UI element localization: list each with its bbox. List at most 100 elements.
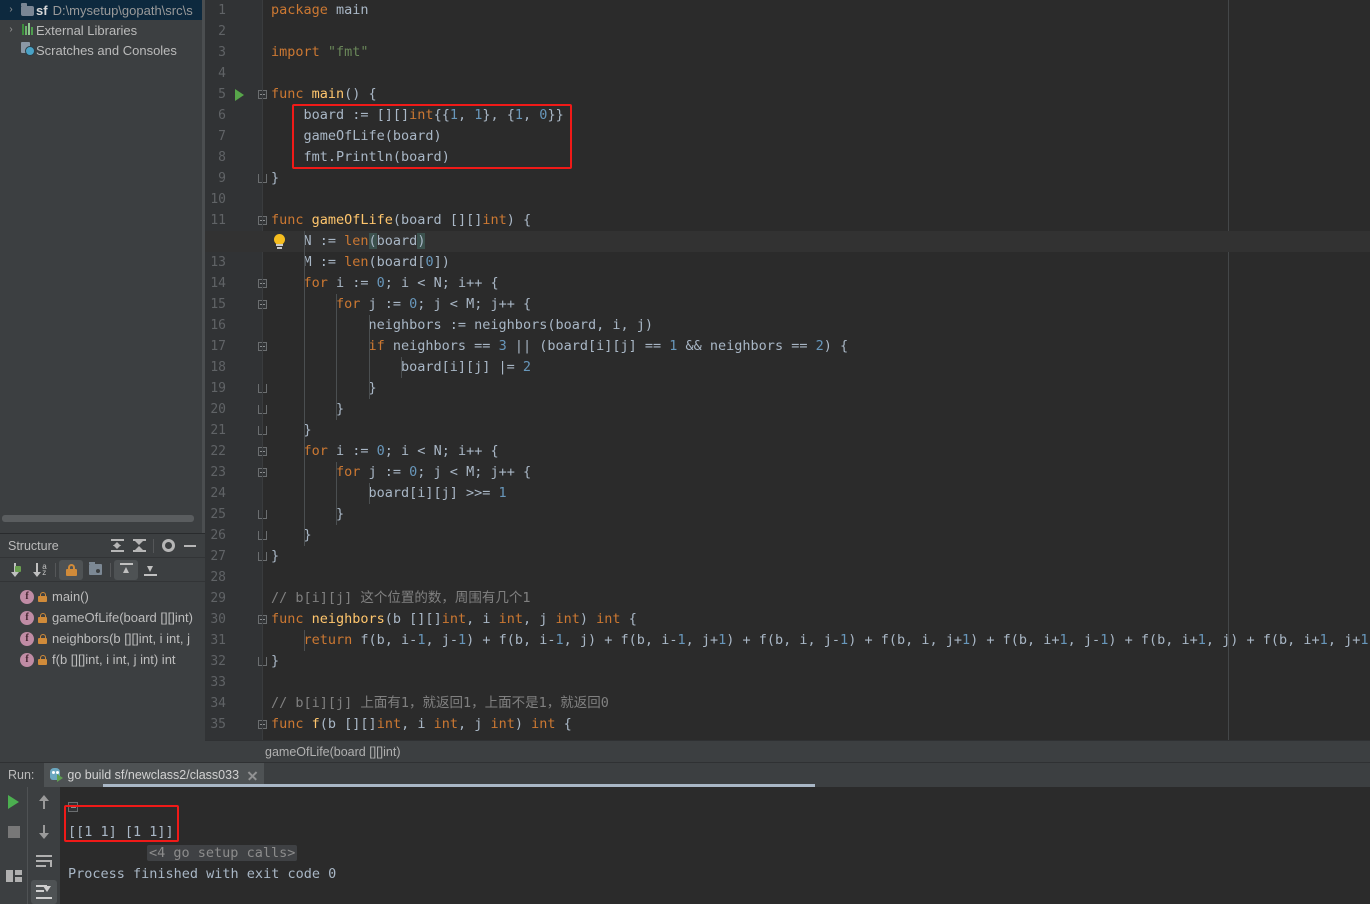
close-icon[interactable] — [247, 770, 258, 781]
scroll-to-end-button[interactable] — [28, 877, 60, 904]
gear-icon[interactable] — [157, 536, 179, 556]
code-line[interactable]: package main — [271, 0, 369, 21]
project-tree-item[interactable]: › External Libraries — [0, 20, 205, 40]
chevron-right-icon[interactable]: › — [4, 5, 18, 15]
code-token: neighbors == — [392, 338, 499, 354]
structure-item[interactable]: f main() — [0, 586, 205, 607]
code-token: , j- — [425, 632, 458, 648]
code-token: 1 — [498, 485, 507, 501]
code-token: package — [271, 2, 337, 18]
code-line[interactable]: } — [336, 399, 344, 420]
line-number: 3 — [218, 45, 226, 60]
code-line[interactable]: board[i][j] |= 2 — [401, 357, 531, 378]
code-line[interactable]: for j := 0; j < M; j++ { — [336, 462, 531, 483]
go-run-icon — [48, 768, 64, 782]
code-line[interactable]: for i := 0; i < N; i++ { — [304, 273, 499, 294]
code-line[interactable]: for i := 0; i < N; i++ { — [304, 441, 499, 462]
line-number: 19 — [210, 381, 226, 396]
code-line[interactable]: } — [271, 651, 279, 672]
structure-list: f main() f gameOfLife(board [][]int) f neighb… — [0, 582, 205, 670]
structure-item[interactable]: f gameOfLife(board [][]int) — [0, 607, 205, 628]
line-number: 35 — [210, 717, 226, 732]
code-token: // b[i][j] 这个位置的数，周围有几个1 — [271, 590, 531, 606]
expand-all-icon[interactable] — [106, 536, 128, 556]
code-line[interactable]: if neighbors == 3 || (board[i][j] == 1 &… — [369, 336, 849, 357]
code-line[interactable]: } — [336, 504, 344, 525]
project-tree-item-label: sf D:\mysetup\gopath\src\s — [36, 2, 193, 18]
code-token: int — [490, 716, 515, 732]
run-console[interactable]: <4 go setup calls> [[1 1] [1 1]] Process… — [60, 787, 1370, 904]
code-line[interactable]: N := len(board) — [304, 231, 426, 252]
code-line[interactable]: func f(b [][]int, i int, j int) int { — [271, 714, 572, 735]
code-editor[interactable]: 1234567891011121314151617181920212223242… — [205, 0, 1370, 740]
project-tree-item[interactable]: Scratches and Consoles — [0, 40, 205, 60]
code-line[interactable]: board[i][j] >>= 1 — [369, 483, 507, 504]
code-token: len — [344, 254, 369, 270]
line-number: 13 — [210, 255, 226, 270]
collapse-all-icon[interactable] — [128, 536, 150, 556]
line-number: 14 — [210, 276, 226, 291]
function-icon: f — [20, 610, 34, 625]
run-gutter-icon[interactable] — [235, 89, 244, 101]
code-line[interactable]: } — [304, 525, 312, 546]
code-line[interactable]: func neighbors(b [][]int, i int, j int) … — [271, 609, 637, 630]
editor-gutter[interactable]: 1234567891011121314151617181920212223242… — [205, 0, 267, 740]
code-line[interactable]: func main() { — [271, 84, 377, 105]
soft-wrap-button[interactable] — [28, 847, 60, 877]
structure-item[interactable]: f f(b [][]int, i int, j int) int — [0, 649, 205, 670]
scrollbar-thumb[interactable] — [2, 515, 194, 522]
code-token: ) — [417, 233, 426, 249]
fold-toggle-icon[interactable] — [68, 802, 78, 812]
code-line[interactable]: // b[i][j] 上面有1，就返回1，上面不是1，就返回0 — [271, 693, 609, 714]
chevron-right-icon[interactable]: › — [4, 25, 18, 35]
line-number: 32 — [210, 654, 226, 669]
code-token: int — [433, 716, 458, 732]
structure-item[interactable]: f neighbors(b [][]int, i int, j — [0, 628, 205, 649]
minimize-icon[interactable] — [179, 536, 201, 556]
code-line[interactable]: fmt.Println(board) — [304, 147, 450, 168]
code-token: (b [][] — [384, 611, 442, 627]
code-token: , j+ — [685, 632, 719, 648]
code-line[interactable]: } — [271, 168, 279, 189]
code-token: return — [303, 632, 361, 648]
code-line[interactable]: for j := 0; j < M; j++ { — [336, 294, 531, 315]
stop-button[interactable] — [0, 817, 27, 847]
project-horizontal-scrollbar[interactable] — [0, 513, 205, 523]
code-token: , j — [457, 716, 491, 732]
layout-button[interactable] — [0, 861, 27, 891]
code-line[interactable]: board := [][]int{{1, 1}, {1, 0}} — [304, 105, 564, 126]
sort-alphabetically-icon[interactable]: az — [28, 560, 52, 580]
up-button[interactable] — [28, 787, 60, 817]
line-number: 31 — [210, 633, 226, 648]
breadcrumb[interactable]: gameOfLife(board [][]int) — [205, 740, 1370, 762]
code-token: gameOfLife — [311, 212, 393, 228]
code-text-area[interactable]: package main import "fmt" func main() {boa… — [263, 0, 1370, 740]
code-line[interactable]: // b[i][j] 这个位置的数，周围有几个1 — [271, 588, 531, 609]
code-line[interactable]: gameOfLife(board) — [304, 126, 442, 147]
code-token: Println — [336, 149, 393, 165]
line-number: 34 — [210, 696, 226, 711]
project-tree-item[interactable]: › sf D:\mysetup\gopath\src\s — [0, 0, 205, 20]
code-line[interactable]: neighbors := neighbors(board, i, j) — [369, 315, 654, 336]
code-line[interactable]: return f(b, i-1, j-1) + f(b, i-1, j) + f… — [304, 630, 1370, 651]
code-line[interactable]: M := len(board[0]) — [304, 252, 450, 273]
sort-by-visibility-icon[interactable] — [4, 560, 28, 580]
show-non-public-icon[interactable] — [59, 559, 83, 580]
scroll-to-source-icon[interactable] — [138, 560, 162, 580]
rerun-button[interactable] — [0, 787, 27, 817]
code-line[interactable]: } — [304, 420, 312, 441]
intention-bulb-icon[interactable] — [273, 234, 286, 249]
code-line[interactable]: import "fmt" — [271, 42, 369, 63]
console-folded-line[interactable]: <4 go setup calls> — [68, 801, 298, 861]
code-line[interactable]: } — [271, 546, 279, 567]
scroll-from-source-icon[interactable] — [114, 559, 138, 580]
group-by-file-icon[interactable] — [83, 560, 107, 580]
line-number: 16 — [210, 318, 226, 333]
code-token: neighbors — [311, 611, 385, 627]
down-button[interactable] — [28, 817, 60, 847]
code-token: 1 — [961, 632, 971, 648]
code-line[interactable]: func gameOfLife(board [][]int) { — [271, 210, 531, 231]
code-line[interactable]: } — [369, 378, 377, 399]
run-tabbar: Run: go build sf/newclass2/class033 — [0, 763, 1370, 787]
code-token: func — [271, 716, 312, 732]
